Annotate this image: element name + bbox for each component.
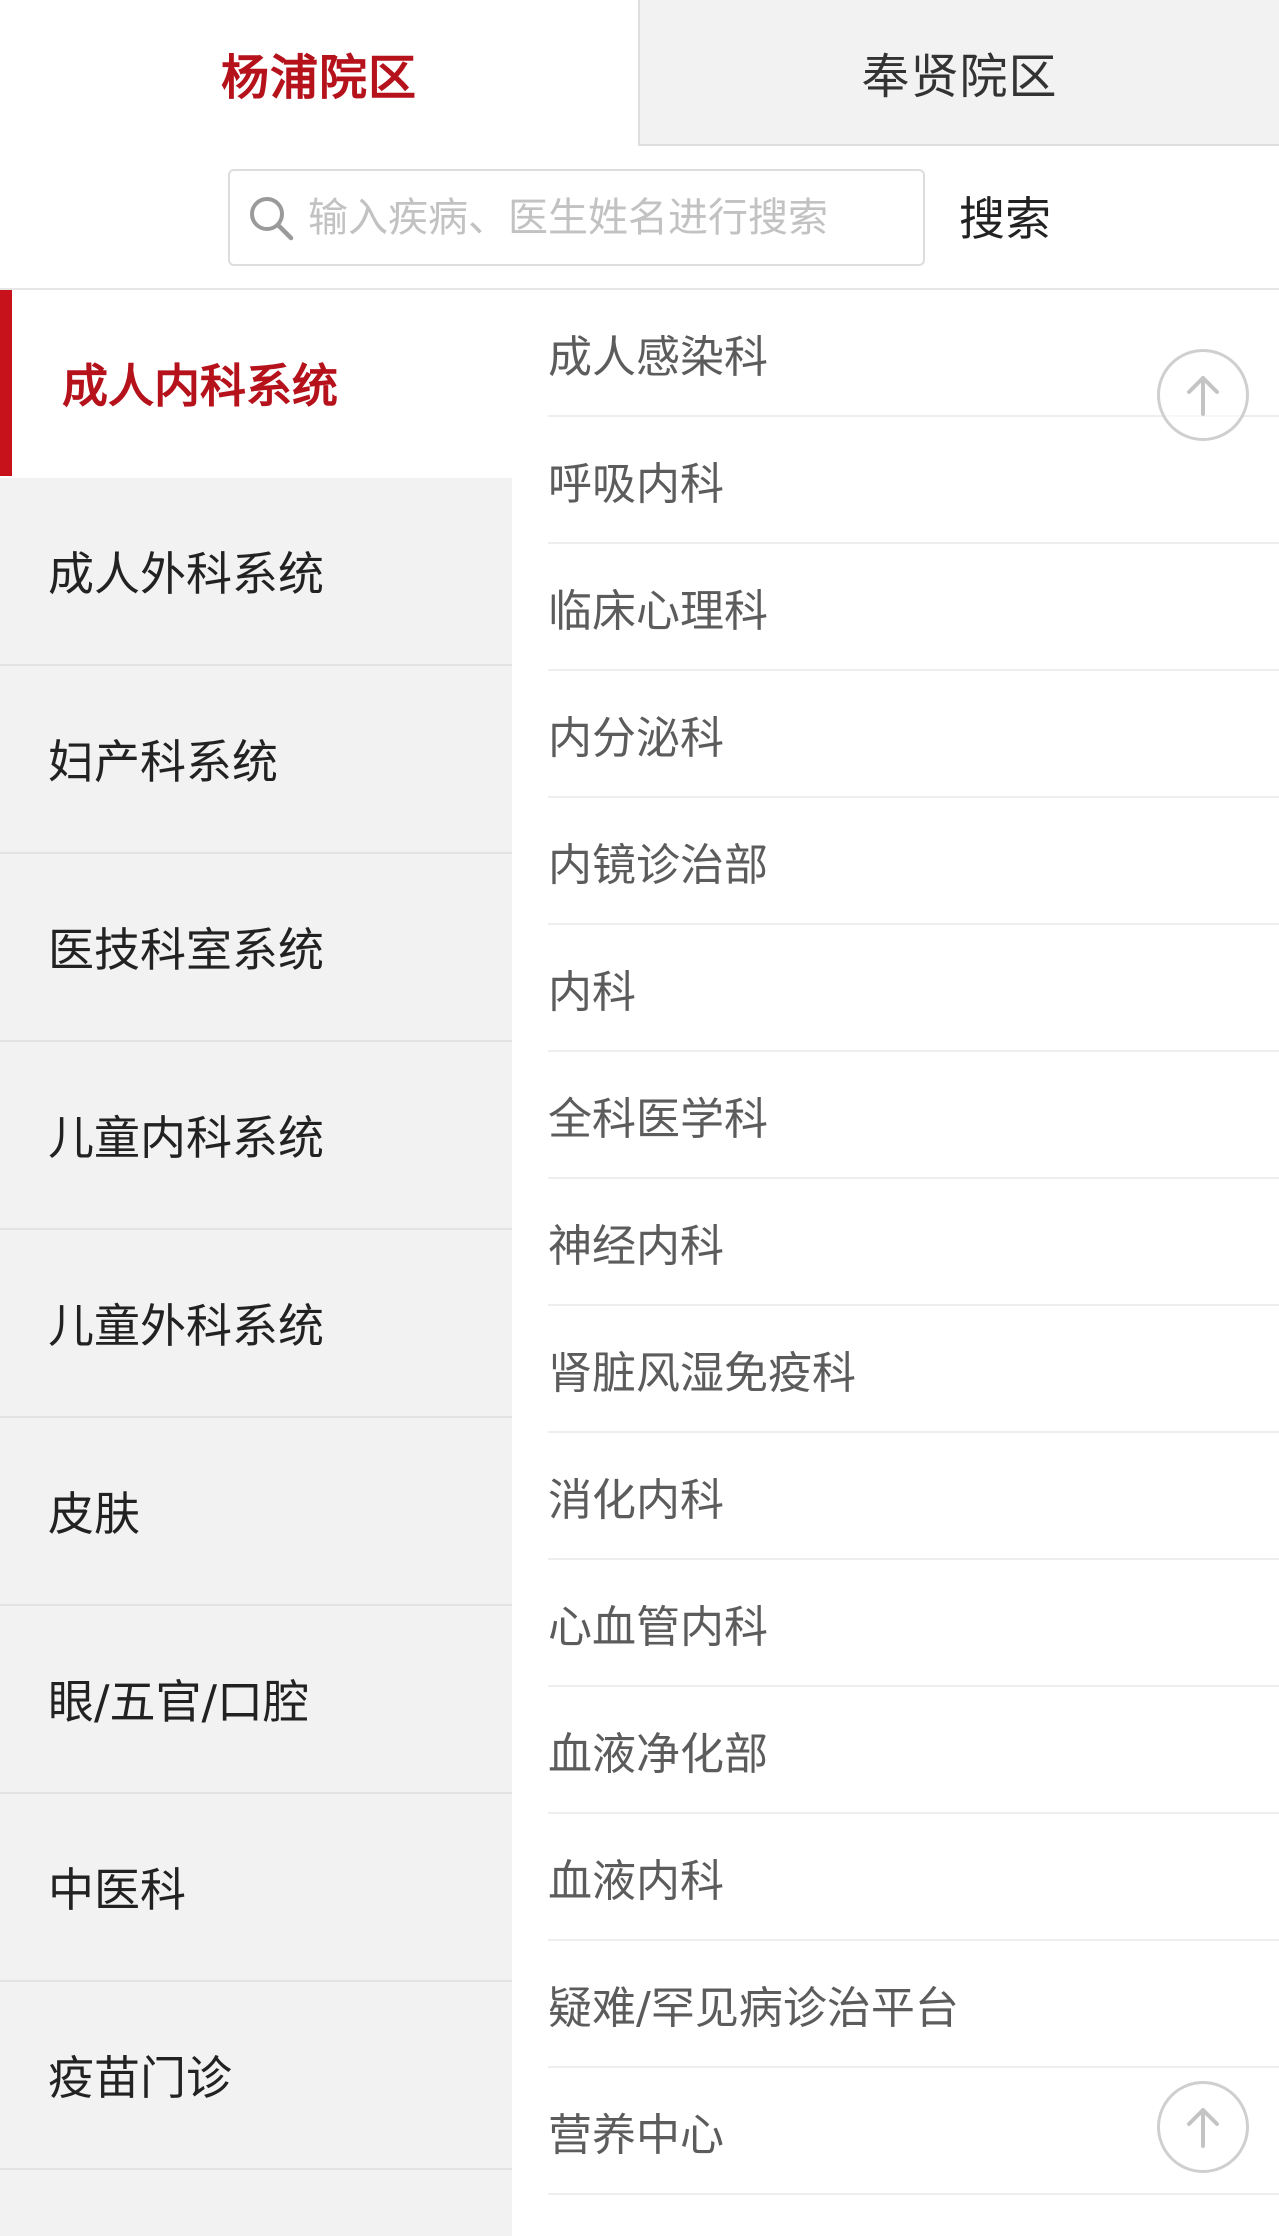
department-item[interactable]: 神经内科 — [548, 1179, 1279, 1306]
category-item-eye-ent-oral[interactable]: 眼/五官/口腔 — [0, 1606, 512, 1794]
category-item-medical-technology[interactable]: 医技科室系统 — [0, 854, 512, 1042]
department-list: 成人感染科 呼吸内科 临床心理科 内分泌科 内镜诊治部 内科 全科医学科 神经内… — [512, 290, 1279, 2236]
department-selection-page: 杨浦院区 奉贤院区 搜索 成人内科系统 成人外科系统 妇产科系统 医技科室系统 … — [0, 0, 1279, 2236]
arrow-up-circle-icon — [1187, 2108, 1219, 2148]
search-icon — [242, 189, 300, 247]
back-to-top-button[interactable] — [1157, 2081, 1249, 2173]
category-item-pediatric-surgery[interactable]: 儿童外科系统 — [0, 1230, 512, 1418]
back-to-top-button[interactable] — [1157, 349, 1249, 441]
search-box[interactable] — [228, 169, 925, 266]
department-item[interactable]: 消化内科 — [548, 1433, 1279, 1560]
category-item-pediatric-internal[interactable]: 儿童内科系统 — [0, 1042, 512, 1230]
department-item[interactable]: 肾脏风湿免疫科 — [548, 1306, 1279, 1433]
search-input[interactable] — [308, 177, 923, 258]
category-item-adult-internal-medicine[interactable]: 成人内科系统 — [0, 290, 512, 478]
category-item-vaccine-clinic[interactable]: 疫苗门诊 — [0, 1982, 512, 2170]
category-item-tcm[interactable]: 中医科 — [0, 1794, 512, 1982]
tab-fengxian-campus[interactable]: 奉贤院区 — [638, 0, 1279, 146]
arrow-up-circle-icon — [1187, 376, 1219, 416]
department-item[interactable]: 血液净化部 — [548, 1687, 1279, 1814]
department-item[interactable]: 心血管内科 — [548, 1560, 1279, 1687]
campus-tabs: 杨浦院区 奉贤院区 — [0, 0, 1279, 146]
department-item[interactable]: 内分泌科 — [548, 671, 1279, 798]
department-item[interactable]: 血液内科 — [548, 1814, 1279, 1941]
department-item[interactable]: 临床心理科 — [548, 544, 1279, 671]
category-item-adult-surgery[interactable]: 成人外科系统 — [0, 478, 512, 666]
search-button[interactable]: 搜索 — [950, 176, 1060, 256]
category-item-dermatology[interactable]: 皮肤 — [0, 1418, 512, 1606]
category-item-obstetrics-gynecology[interactable]: 妇产科系统 — [0, 666, 512, 854]
search-bar: 搜索 — [0, 146, 1279, 290]
category-sidebar: 成人内科系统 成人外科系统 妇产科系统 医技科室系统 儿童内科系统 儿童外科系统… — [0, 290, 512, 2236]
department-item[interactable]: 内科 — [548, 925, 1279, 1052]
department-item[interactable]: 全科医学科 — [548, 1052, 1279, 1179]
department-item[interactable]: 疑难/罕见病诊治平台 — [548, 1941, 1279, 2068]
department-item[interactable]: 呼吸内科 — [548, 417, 1279, 544]
tab-yangpu-campus[interactable]: 杨浦院区 — [0, 0, 638, 146]
department-item[interactable]: 内镜诊治部 — [548, 798, 1279, 925]
